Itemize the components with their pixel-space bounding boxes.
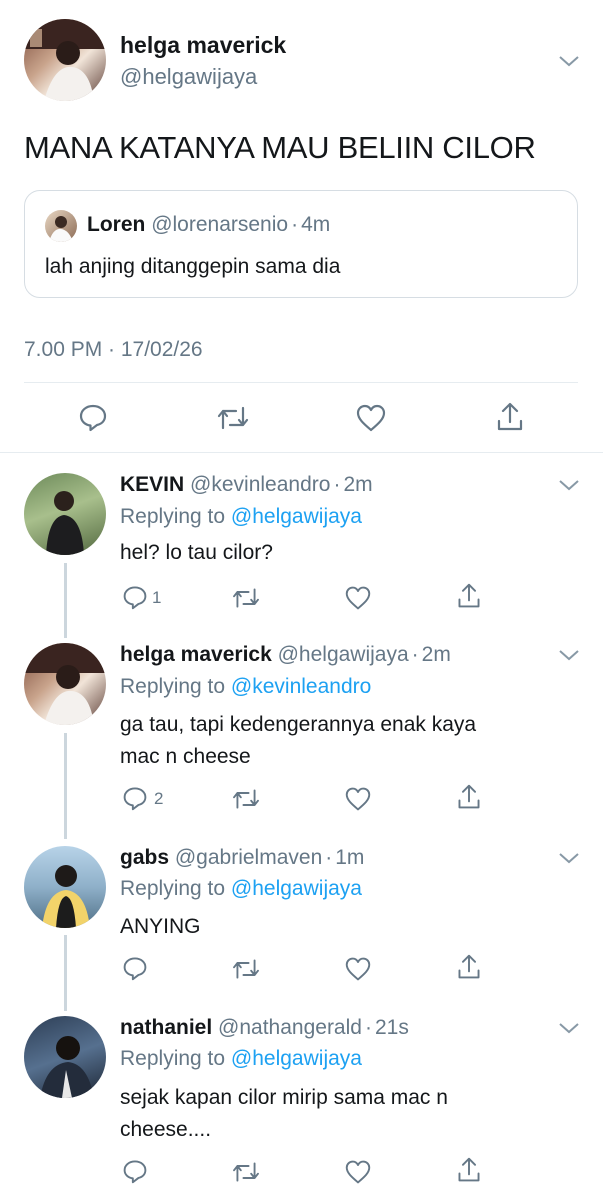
main-timestamp: 7.00 PM · 17/02/26 — [24, 338, 203, 361]
share-icon[interactable] — [495, 401, 525, 433]
reply-time: 21s — [374, 1016, 409, 1039]
reply-icon[interactable] — [78, 402, 108, 432]
reply-text-line-1: sejak kapan cilor mirip sama mac n — [120, 1086, 448, 1109]
share-icon[interactable] — [456, 953, 482, 981]
chevron-down-icon[interactable] — [558, 1021, 580, 1035]
reply-separator: · — [364, 1016, 372, 1039]
reply-separator: · — [325, 846, 333, 869]
avatar-nathaniel[interactable] — [24, 1016, 106, 1098]
main-tweet-text: MANA KATANYA MAU BELIIN CILOR — [24, 130, 536, 165]
reply-time: 1m — [335, 846, 365, 869]
main-handle[interactable]: @helgawijaya — [120, 64, 257, 90]
replying-to-link[interactable]: @helgawijaya — [231, 1047, 362, 1070]
avatar-gabs[interactable] — [24, 846, 106, 928]
reply-separator: · — [333, 473, 341, 496]
retweet-icon[interactable] — [231, 586, 261, 610]
replying-to-label: Replying to — [120, 675, 226, 698]
chevron-down-icon[interactable] — [558, 851, 580, 865]
retweet-icon[interactable] — [231, 787, 261, 811]
reply-icon[interactable] — [122, 584, 148, 610]
share-icon[interactable] — [456, 783, 482, 811]
quoted-separator: · — [291, 213, 299, 236]
reply-handle[interactable]: @gabrielmaven — [175, 846, 322, 869]
thread-line — [64, 563, 67, 638]
retweet-icon[interactable] — [231, 1160, 261, 1184]
reply-icon[interactable] — [122, 785, 148, 811]
share-icon[interactable] — [456, 582, 482, 610]
reply-display-name[interactable]: gabs — [120, 846, 169, 869]
quoted-handle: @lorenarsenio — [151, 213, 289, 236]
reply-text: ANYING — [120, 915, 201, 938]
replying-to-label: Replying to — [120, 1047, 226, 1070]
main-display-name[interactable]: helga maverick — [120, 32, 286, 59]
quoted-text: lah anjing ditanggepin sama dia — [45, 255, 341, 278]
reply-count: 1 — [152, 588, 162, 607]
quoted-tweet-card[interactable]: Loren @lorenarsenio · 4m lah anjing ditang… — [24, 190, 578, 298]
reply-text: hel? lo tau cilor? — [120, 541, 273, 564]
reply-text-line-2: cheese.... — [120, 1118, 212, 1141]
thread-line — [64, 733, 67, 839]
reply-separator: · — [411, 643, 419, 666]
reply-icon[interactable] — [122, 955, 148, 981]
reply-text-line-2: mac n cheese — [120, 745, 251, 768]
reply-handle[interactable]: @kevinleandro — [190, 473, 330, 496]
chevron-down-icon[interactable] — [558, 648, 580, 662]
like-icon[interactable] — [344, 786, 372, 812]
reply-text-line-1: ga tau, tapi kedengerannya enak kaya — [120, 713, 477, 736]
reply-display-name[interactable]: nathaniel — [120, 1016, 212, 1039]
reply-display-name[interactable]: helga maverick — [120, 643, 272, 666]
replying-to-link[interactable]: @helgawijaya — [231, 877, 362, 900]
retweet-icon[interactable] — [231, 957, 261, 981]
quoted-time: 4m — [301, 213, 331, 236]
replying-to-link[interactable]: @helgawijaya — [231, 505, 362, 528]
reply-icon[interactable] — [122, 1158, 148, 1184]
reply-display-name[interactable]: KEVIN — [120, 473, 184, 496]
like-icon[interactable] — [344, 956, 372, 982]
retweet-icon[interactable] — [216, 404, 250, 432]
divider — [24, 382, 578, 383]
replying-to-link[interactable]: @kevinleandro — [231, 675, 371, 698]
like-icon[interactable] — [344, 585, 372, 611]
thread-line — [64, 935, 67, 1011]
avatar-kevin[interactable] — [24, 473, 106, 555]
reply-handle[interactable]: @helgawijaya — [278, 643, 409, 666]
share-icon[interactable] — [456, 1156, 482, 1184]
like-icon[interactable] — [344, 1159, 372, 1185]
avatar-helga[interactable] — [24, 643, 106, 725]
divider — [0, 452, 603, 453]
reply-time: 2m — [421, 643, 451, 666]
chevron-down-icon[interactable] — [558, 54, 580, 68]
reply-time: 2m — [343, 473, 373, 496]
replying-to-label: Replying to — [120, 877, 226, 900]
reply-handle[interactable]: @nathangerald — [218, 1016, 362, 1039]
replying-to-label: Replying to — [120, 505, 226, 528]
avatar-loren — [45, 210, 77, 242]
like-icon[interactable] — [355, 403, 387, 433]
chevron-down-icon[interactable] — [558, 478, 580, 492]
reply-count: 2 — [154, 789, 164, 808]
quoted-display-name: Loren — [87, 213, 146, 236]
avatar-helga[interactable] — [24, 19, 106, 101]
